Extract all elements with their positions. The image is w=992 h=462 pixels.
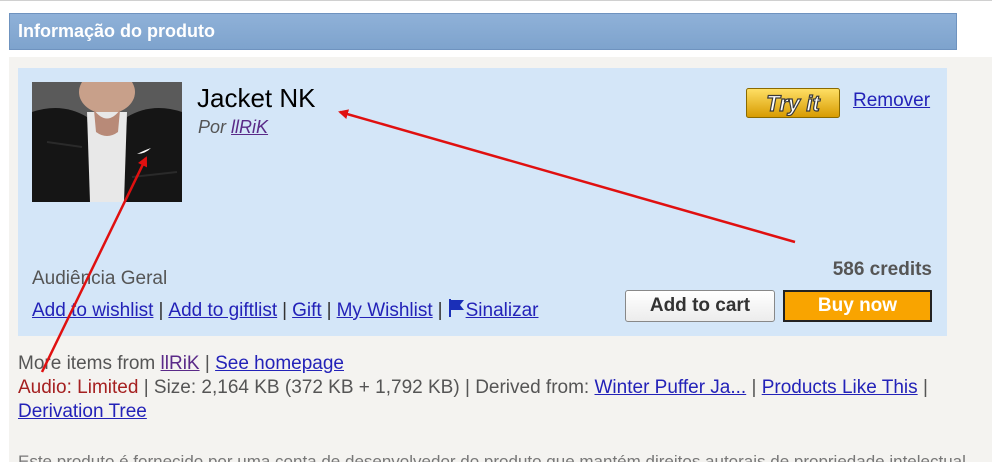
top-divider — [0, 0, 992, 4]
derivation-tree-link[interactable]: Derivation Tree — [18, 401, 147, 422]
more-items-prefix: More items from — [18, 353, 156, 374]
separator: | — [922, 377, 928, 398]
creator-link[interactable]: llRiK — [231, 117, 268, 137]
product-thumbnail[interactable] — [32, 82, 182, 202]
derived-prefix: Derived from: — [475, 377, 590, 398]
separator: | — [158, 300, 164, 321]
separator: | — [282, 300, 288, 321]
flag-icon[interactable] — [448, 298, 466, 324]
add-to-giftlist-link[interactable]: Add to giftlist — [168, 300, 277, 321]
separator: | — [751, 377, 757, 398]
product-meta: More items from llRiK | See homepage Aud… — [18, 352, 928, 424]
product-actions: Add to wishlist | Add to giftlist | Gift | My … — [32, 298, 538, 324]
section-title: Informação do produto — [18, 21, 215, 41]
derived-from-link[interactable]: Winter Puffer Ja... — [595, 377, 747, 398]
audio-status: Audio: Limited — [18, 377, 139, 398]
remove-link[interactable]: Remover — [853, 90, 930, 112]
creator-more-link[interactable]: llRiK — [161, 353, 200, 374]
products-like-this-link[interactable]: Products Like This — [762, 377, 918, 398]
separator: | — [143, 377, 149, 398]
separator: | — [437, 300, 443, 321]
buy-now-button[interactable]: Buy now — [783, 290, 932, 322]
size-info: Size: 2,164 KB (372 KB + 1,792 KB) — [153, 377, 460, 398]
separator: | — [326, 300, 332, 321]
see-homepage-link[interactable]: See homepage — [215, 353, 344, 374]
add-to-cart-button[interactable]: Add to cart — [625, 290, 775, 322]
try-it-label: Try it — [766, 91, 821, 116]
try-it-button[interactable]: Try it — [746, 88, 840, 118]
my-wishlist-link[interactable]: My Wishlist — [337, 300, 433, 321]
truncated-description: Este produto é fornecido por uma conta d… — [18, 452, 966, 462]
section-header: Informação do produto — [9, 13, 957, 50]
price: 586 credits — [832, 259, 932, 280]
product-title: Jacket NK — [197, 83, 316, 113]
page: Informação do produto Jacket NK Por llRi… — [0, 0, 992, 462]
add-to-wishlist-link[interactable]: Add to wishlist — [32, 300, 153, 321]
audience-rating: Audiência Geral — [32, 268, 168, 289]
byline: Por llRiK — [198, 117, 268, 138]
gift-link[interactable]: Gift — [292, 300, 322, 321]
separator: | — [464, 377, 470, 398]
by-prefix: Por — [198, 117, 227, 137]
separator: | — [204, 353, 210, 374]
report-link[interactable]: Sinalizar — [466, 300, 539, 321]
